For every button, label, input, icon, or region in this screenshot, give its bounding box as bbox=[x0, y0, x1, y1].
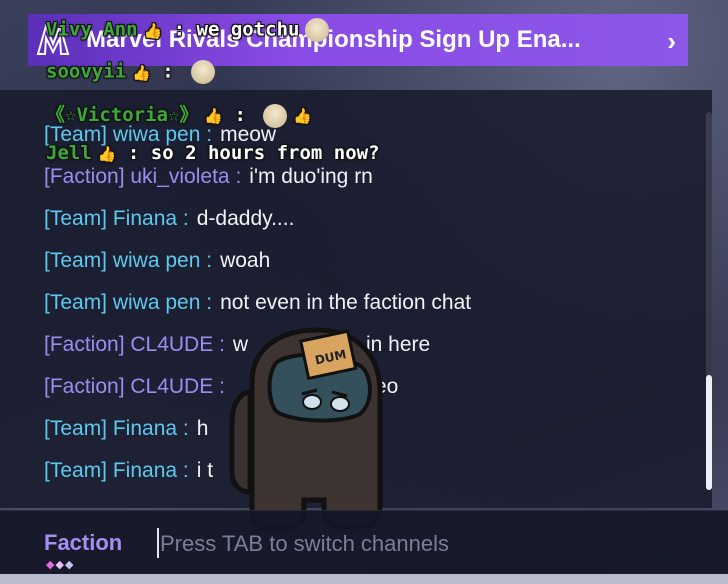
chat-input-field[interactable]: Press TAB to switch channels bbox=[160, 531, 449, 557]
stream-chat-user: Vivy Ann bbox=[46, 18, 138, 41]
text-cursor bbox=[157, 528, 159, 558]
chat-text: h bbox=[196, 417, 209, 440]
chat-sender[interactable]: [Faction] CL4UDE bbox=[44, 375, 213, 398]
chat-sender[interactable]: [Team] Finana bbox=[44, 417, 177, 440]
chat-sender[interactable]: [Team] Finana bbox=[44, 207, 177, 230]
emote-icon bbox=[305, 18, 330, 42]
stream-chat-text: so 2 hours from now? bbox=[150, 142, 380, 164]
thumbs-up-badge-icon: 👍 bbox=[132, 63, 151, 82]
chat-text: not even in the faction chat bbox=[220, 291, 472, 314]
chat-text: i'm duo'ing rn bbox=[249, 165, 373, 188]
crewmate-avatar-overlay: DUM bbox=[229, 327, 383, 531]
thumbs-up-badge-icon: 👍 bbox=[293, 107, 313, 125]
chat-text: d-daddy.... bbox=[196, 207, 295, 230]
chat-sender[interactable]: [Faction] CL4UDE bbox=[44, 333, 213, 356]
bottom-status-strip bbox=[0, 574, 728, 584]
stream-chat-message: 《☆Victoria☆》 👍 : 👍 bbox=[46, 103, 313, 128]
chevron-right-icon[interactable]: › bbox=[667, 26, 676, 57]
thumbs-up-badge-icon: 👍 bbox=[143, 21, 163, 40]
thumbs-up-badge-icon: 👍 bbox=[97, 145, 117, 163]
chat-sender[interactable]: [Team] wiwa pen bbox=[44, 291, 200, 314]
chat-message: [Team] wiwa pen : not even in the faction… bbox=[44, 291, 472, 314]
stream-chat-message: Jell 👍 : so 2 hours from now? bbox=[46, 142, 380, 164]
chat-message: [Team] Finana :h bbox=[44, 417, 209, 440]
stream-chat-message: soovyii 👍 : bbox=[46, 60, 216, 84]
chat-scrollbar-thumb[interactable] bbox=[706, 375, 712, 490]
thumbs-up-badge-icon: 👍 bbox=[204, 107, 224, 125]
channel-indicator-diamonds: ◆◆◆ bbox=[46, 559, 75, 571]
chat-sender[interactable]: [Faction] uki_violeta bbox=[44, 165, 230, 188]
stream-chat-message: Vivy Ann 👍 : we gotchu bbox=[46, 18, 330, 42]
chat-text: woah bbox=[220, 249, 271, 272]
chat-sender[interactable]: [Team] wiwa pen bbox=[44, 249, 200, 272]
chat-text: i t bbox=[196, 459, 214, 482]
emote-icon bbox=[263, 103, 288, 128]
emote-icon bbox=[191, 60, 216, 84]
chat-message: [Team] Finana :i t bbox=[44, 459, 214, 482]
chat-message: [Faction] uki_violeta : i'm duo'ing rn bbox=[44, 165, 373, 188]
chat-message: [Team] Finana : d-daddy.... bbox=[44, 207, 295, 230]
stream-chat-user: soovyii bbox=[46, 60, 127, 83]
stream-chat-user: Jell bbox=[46, 142, 92, 164]
chat-message: [Team] wiwa pen : woah bbox=[44, 249, 271, 272]
stream-chat-text: we gotchu bbox=[196, 18, 300, 41]
stream-chat-user: 《☆Victoria☆》 bbox=[46, 104, 199, 126]
chat-sender[interactable]: [Team] Finana bbox=[44, 459, 177, 482]
channel-selector[interactable]: Faction bbox=[44, 530, 122, 556]
